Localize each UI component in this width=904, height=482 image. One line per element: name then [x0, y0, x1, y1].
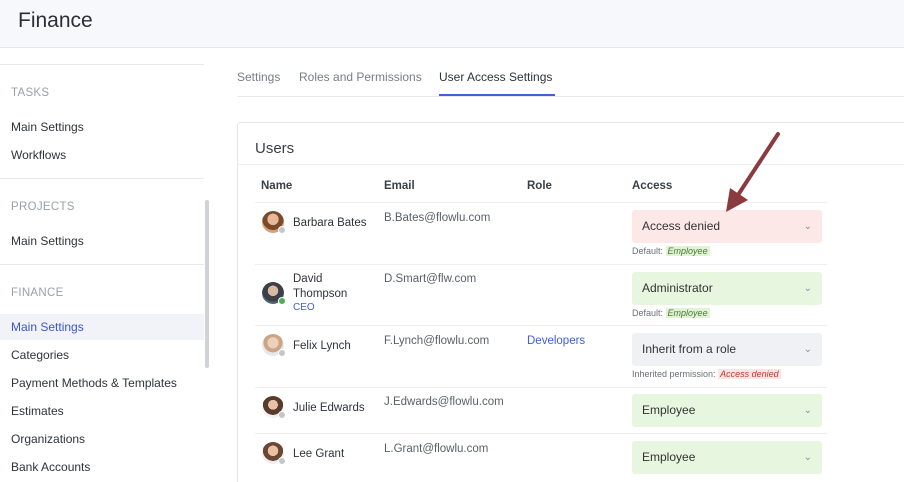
column-header-email: Email	[384, 180, 415, 192]
sidebar-item-finance-main-settings[interactable]: Main Settings	[0, 314, 204, 340]
column-header-access: Access	[632, 180, 673, 192]
access-select-value: Employee	[642, 450, 696, 464]
access-hint: Default: Employee	[632, 246, 710, 256]
chevron-down-icon: ⌄	[803, 452, 812, 463]
sidebar-section-projects: PROJECTS	[11, 201, 75, 213]
sidebar-item-workflows[interactable]: Workflows	[0, 142, 204, 168]
table-row-divider	[255, 387, 827, 388]
users-card-header: Users	[238, 123, 904, 165]
access-select[interactable]: Employee ⌄	[632, 394, 822, 427]
app-title: Finance	[18, 9, 93, 32]
avatar	[262, 282, 286, 305]
chevron-down-icon: ⌄	[803, 221, 812, 232]
sidebar: TASKS Main Settings Workflows PROJECTS M…	[0, 48, 204, 482]
access-select[interactable]: Administrator ⌄	[632, 272, 822, 305]
sidebar-divider	[0, 64, 204, 65]
active-tab-indicator	[439, 94, 555, 96]
access-select[interactable]: Inherit from a role ⌄	[632, 333, 822, 366]
chevron-down-icon: ⌄	[803, 344, 812, 355]
user-name[interactable]: Julie Edwards	[293, 401, 365, 416]
access-hint-label: Default:	[632, 308, 664, 318]
table-row-divider	[255, 325, 827, 326]
sidebar-item-projects-main-settings[interactable]: Main Settings	[0, 228, 204, 254]
access-hint-label: Inherited permission:	[632, 369, 716, 379]
sidebar-divider	[0, 264, 204, 265]
access-select-value: Administrator	[642, 281, 713, 295]
user-email: L.Grant@flowlu.com	[384, 443, 489, 455]
access-hint: Inherited permission: Access denied	[632, 369, 781, 379]
user-name[interactable]: Felix Lynch	[293, 339, 351, 354]
user-email: B.Bates@flowlu.com	[384, 212, 491, 224]
sidebar-section-finance: FINANCE	[11, 287, 64, 299]
annotation-arrow-icon	[726, 132, 780, 212]
sidebar-scrollbar[interactable]	[205, 200, 209, 368]
status-offline-icon	[278, 457, 286, 465]
status-online-icon	[278, 297, 286, 305]
avatar	[262, 396, 286, 419]
user-email: D.Smart@flw.com	[384, 273, 477, 285]
access-hint-value: Employee	[665, 308, 710, 318]
sidebar-item-estimates[interactable]: Estimates	[0, 398, 204, 424]
sidebar-divider	[0, 178, 204, 179]
column-header-name: Name	[261, 180, 293, 192]
user-name[interactable]: Lee Grant	[293, 447, 344, 462]
access-hint-value: Access denied	[718, 369, 781, 379]
settings-tabs: Settings Roles and Permissions User Acce…	[237, 62, 904, 97]
table-row-divider	[255, 433, 827, 434]
tab-user-access-settings[interactable]: User Access Settings	[439, 70, 552, 84]
avatar	[262, 442, 286, 465]
chevron-down-icon: ⌄	[803, 405, 812, 416]
access-hint-label: Default:	[632, 246, 664, 256]
access-hint-value: Employee	[665, 246, 710, 256]
tab-roles-and-permissions[interactable]: Roles and Permissions	[299, 70, 422, 84]
sidebar-item-organizations[interactable]: Organizations	[0, 426, 204, 452]
avatar	[262, 334, 286, 357]
user-email: F.Lynch@flowlu.com	[384, 335, 490, 347]
access-select[interactable]: Employee ⌄	[632, 441, 822, 474]
access-select-value: Access denied	[642, 219, 721, 233]
sidebar-item-categories[interactable]: Categories	[0, 342, 204, 368]
user-title: CEO	[293, 302, 315, 313]
user-name[interactable]: Barbara Bates	[293, 216, 367, 231]
column-header-role: Role	[527, 180, 552, 192]
access-hint: Default: Employee	[632, 308, 710, 318]
chevron-down-icon: ⌄	[803, 283, 812, 294]
sidebar-item-bank-accounts[interactable]: Bank Accounts	[0, 454, 204, 480]
sidebar-item-tasks-main-settings[interactable]: Main Settings	[0, 114, 204, 140]
status-offline-icon	[278, 411, 286, 419]
tab-settings[interactable]: Settings	[237, 70, 280, 84]
user-name[interactable]: David Thompson	[293, 272, 363, 302]
access-select-value: Employee	[642, 403, 696, 417]
sidebar-item-payment-methods[interactable]: Payment Methods & Templates	[0, 370, 204, 396]
user-email: J.Edwards@flowlu.com	[384, 396, 504, 408]
access-select-value: Inherit from a role	[642, 342, 737, 356]
status-offline-icon	[278, 349, 286, 357]
table-row-divider	[255, 264, 827, 265]
status-offline-icon	[278, 226, 286, 234]
users-card-title: Users	[255, 140, 295, 157]
avatar	[262, 211, 286, 234]
sidebar-section-tasks: TASKS	[11, 87, 50, 99]
top-bar: Finance	[0, 0, 904, 48]
user-role-link[interactable]: Developers	[527, 335, 585, 347]
